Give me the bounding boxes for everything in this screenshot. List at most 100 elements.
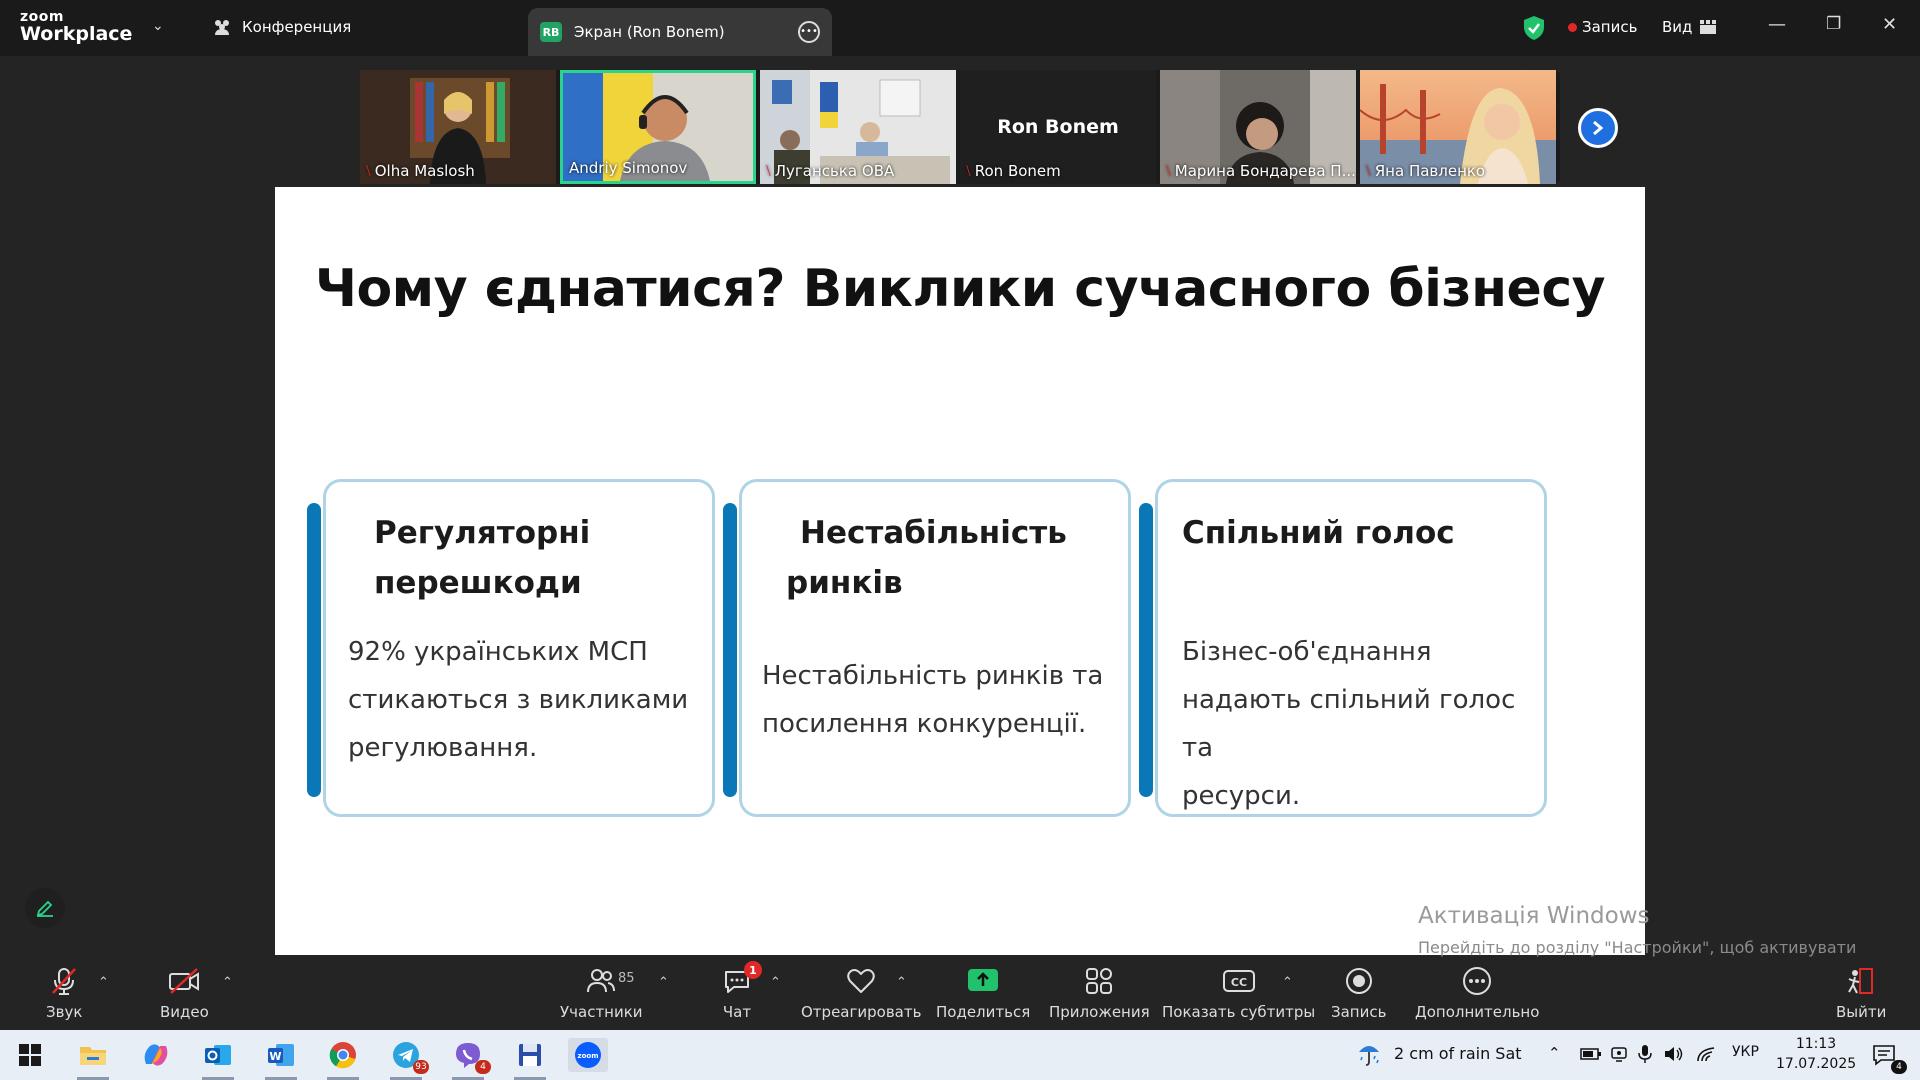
card-heading: Спільний голос bbox=[1182, 515, 1455, 551]
view-button[interactable]: Вид bbox=[1662, 18, 1717, 36]
audio-options-chevron-icon[interactable]: ⌃ bbox=[98, 975, 109, 990]
language-indicator[interactable]: УКР bbox=[1732, 1044, 1759, 1060]
share-button[interactable]: Поделиться bbox=[936, 965, 1030, 1021]
floppy-disk-icon bbox=[519, 1044, 541, 1066]
start-button[interactable] bbox=[10, 1038, 50, 1072]
recording-indicator[interactable]: Запись bbox=[1568, 18, 1637, 36]
participant-name: ⧵ Яна Павленко bbox=[1366, 162, 1486, 180]
participant-tile[interactable]: ⧵ Луганська ОВА bbox=[760, 70, 956, 184]
taskbar-word[interactable]: W bbox=[261, 1038, 301, 1080]
captions-options-chevron-icon[interactable]: ⌃ bbox=[1282, 975, 1293, 990]
card-common-voice: Спільний голос Бізнес-об'єднання надають… bbox=[1155, 479, 1547, 817]
microphone-icon[interactable] bbox=[1638, 1044, 1652, 1064]
card-accent-bar bbox=[723, 503, 737, 797]
participant-tile[interactable]: Ron Bonem ⧵ Ron Bonem bbox=[960, 70, 1156, 184]
card-body: Бізнес-об'єднання надають спільний голос… bbox=[1182, 637, 1516, 811]
card-heading: Нестабільність bbox=[800, 515, 1067, 551]
chevron-up-icon[interactable]: ⌃ bbox=[1548, 1044, 1561, 1062]
apps-button[interactable]: Приложения bbox=[1049, 965, 1150, 1021]
annotate-button[interactable] bbox=[25, 888, 65, 928]
chat-options-chevron-icon[interactable]: ⌃ bbox=[770, 975, 781, 990]
svg-text:W: W bbox=[269, 1050, 281, 1063]
gallery-next-button[interactable] bbox=[1578, 108, 1618, 148]
participant-name: ⧵ Ron Bonem bbox=[966, 162, 1061, 180]
chrome-icon bbox=[329, 1042, 356, 1069]
zoom-app-icon: zoom bbox=[575, 1042, 601, 1068]
audio-button[interactable]: Звук bbox=[46, 965, 82, 1021]
title-bar: zoom Workplace ⌄ Конференция RB Экран (R… bbox=[0, 0, 1920, 56]
participants-count: 85 bbox=[618, 971, 635, 986]
screen-share-tab[interactable]: RB Экран (Ron Bonem) ••• bbox=[528, 8, 832, 56]
chevron-down-icon[interactable]: ⌄ bbox=[152, 18, 164, 34]
participants-options-chevron-icon[interactable]: ⌃ bbox=[658, 975, 669, 990]
screen-tab-label: Экран (Ron Bonem) bbox=[574, 23, 725, 41]
taskbar-save-app[interactable] bbox=[510, 1038, 550, 1080]
taskbar-outlook[interactable] bbox=[198, 1038, 238, 1080]
participant-tile-active-speaker[interactable]: Andriy Simonov bbox=[560, 70, 756, 184]
video-options-chevron-icon[interactable]: ⌃ bbox=[222, 975, 233, 990]
participant-tile[interactable]: ⧵ Olha Maslosh bbox=[360, 70, 556, 184]
folder-icon bbox=[80, 1047, 106, 1065]
more-options-icon[interactable]: ••• bbox=[798, 21, 820, 43]
clock-time: 11:13 bbox=[1795, 1036, 1837, 1052]
leave-door-icon bbox=[1846, 965, 1876, 997]
camera-icon[interactable] bbox=[1610, 1045, 1628, 1063]
shared-screen-slide: Чому єднатися? Виклики сучасного бізнесу… bbox=[275, 187, 1645, 955]
taskbar-viber[interactable]: 4 bbox=[448, 1038, 491, 1080]
more-label: Дополнительно bbox=[1415, 1003, 1540, 1021]
video-off-icon bbox=[167, 965, 201, 997]
close-icon[interactable]: ✕ bbox=[1882, 14, 1897, 35]
heart-icon bbox=[846, 965, 876, 997]
record-label: Запись bbox=[1582, 18, 1638, 36]
notifications-button[interactable]: 4 bbox=[1864, 1038, 1907, 1074]
weather-text[interactable]: 2 cm of rain Sat bbox=[1394, 1044, 1522, 1063]
video-button[interactable]: Видео bbox=[160, 965, 209, 1021]
record-toolbar-label: Запись bbox=[1331, 1003, 1387, 1021]
restore-icon[interactable]: ❐ bbox=[1826, 14, 1841, 34]
taskbar-telegram[interactable]: 93 bbox=[386, 1038, 429, 1080]
video-label: Видео bbox=[160, 1003, 209, 1021]
leave-label: Выйти bbox=[1836, 1003, 1887, 1021]
record-icon bbox=[1344, 965, 1374, 997]
people-icon bbox=[215, 20, 229, 35]
taskbar-copilot[interactable] bbox=[136, 1038, 176, 1072]
muted-mic-icon: ⧵ bbox=[1166, 162, 1171, 180]
taskbar-chrome[interactable] bbox=[323, 1038, 363, 1080]
card-body: Нестабільність ринків та посилення конку… bbox=[762, 661, 1104, 739]
zoom-logo[interactable]: zoom Workplace bbox=[20, 10, 132, 44]
activation-watermark-title: Активація Windows bbox=[1418, 903, 1650, 929]
logo-line1: zoom bbox=[20, 9, 64, 25]
record-button[interactable]: Запись bbox=[1331, 965, 1386, 1021]
participant-tile[interactable]: ⧵ Яна Павленко bbox=[1360, 70, 1556, 184]
word-icon: W bbox=[268, 1044, 294, 1066]
audio-label: Звук bbox=[46, 1003, 83, 1021]
captions-button[interactable]: CC Показать субтитры bbox=[1162, 965, 1315, 1021]
participant-name: ⧵ Марина Бондарева П... bbox=[1166, 162, 1356, 180]
muted-microphone-icon bbox=[48, 965, 80, 997]
taskbar-file-explorer[interactable] bbox=[73, 1038, 113, 1080]
muted-mic-icon: ⧵ bbox=[1366, 162, 1371, 180]
shield-check-icon[interactable] bbox=[1522, 15, 1546, 41]
share-label: Поделиться bbox=[936, 1003, 1031, 1021]
captions-label: Показать субтитры bbox=[1162, 1003, 1316, 1021]
conference-tab[interactable]: Конференция bbox=[212, 18, 351, 36]
participant-tile[interactable]: ⧵ Марина Бондарева П... bbox=[1160, 70, 1356, 184]
participant-name: ⧵ Olha Maslosh bbox=[366, 162, 475, 180]
react-options-chevron-icon[interactable]: ⌃ bbox=[896, 975, 907, 990]
slide-title: Чому єднатися? Виклики сучасного бізнесу bbox=[314, 259, 1606, 319]
chat-unread-badge: 1 bbox=[744, 961, 762, 979]
speaker-icon[interactable] bbox=[1664, 1045, 1684, 1063]
battery-icon[interactable] bbox=[1580, 1046, 1602, 1062]
more-button[interactable]: Дополнительно bbox=[1415, 965, 1539, 1021]
wifi-icon[interactable] bbox=[1696, 1046, 1716, 1062]
clock[interactable]: 11:13 17.07.2025 bbox=[1776, 1034, 1856, 1074]
weather-rain-icon[interactable] bbox=[1356, 1040, 1382, 1068]
react-button[interactable]: Отреагировать bbox=[801, 965, 921, 1021]
taskbar-zoom[interactable]: zoom bbox=[568, 1038, 608, 1072]
minimize-icon[interactable]: — bbox=[1768, 14, 1786, 35]
presenter-avatar: RB bbox=[540, 22, 562, 42]
windows-logo-icon bbox=[19, 1044, 41, 1066]
apps-icon bbox=[1084, 965, 1114, 997]
leave-button[interactable]: Выйти bbox=[1836, 965, 1886, 1021]
chat-button[interactable]: 1 Чат bbox=[722, 961, 762, 1021]
